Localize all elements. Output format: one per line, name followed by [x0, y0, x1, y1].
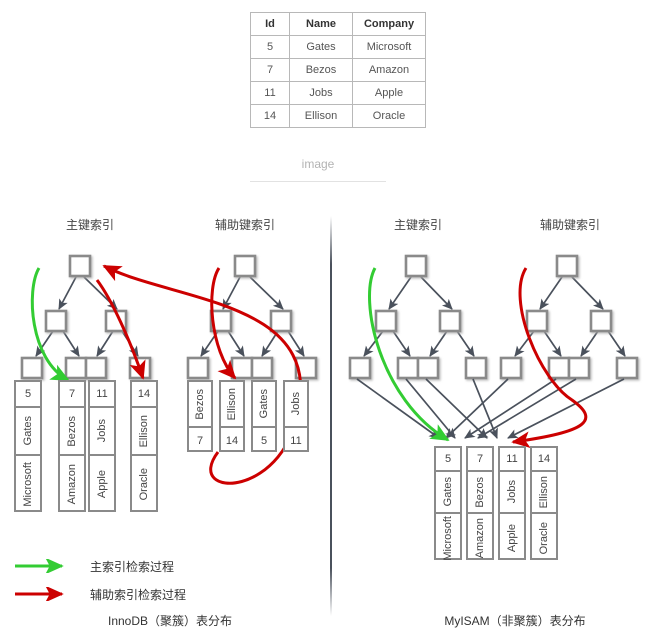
tree-node-leaf — [230, 356, 254, 380]
tree-node-leaf — [547, 356, 571, 380]
red-arrow-icon — [14, 585, 72, 603]
row-id: 14 — [132, 382, 156, 408]
tree-node-internal — [438, 309, 462, 333]
legend-label-primary: 主索引检索过程 — [90, 559, 175, 574]
tree-node-internal — [269, 309, 293, 333]
tree-node-leaf — [250, 356, 274, 380]
row-name: Bezos — [65, 415, 78, 447]
entry-id: 14 — [225, 435, 239, 447]
row-id: 5 — [16, 382, 40, 408]
row-id: 11 — [90, 382, 114, 408]
row-company: Microsoft — [21, 461, 34, 507]
innodb-primary-row-11: 11 Jobs Apple — [88, 380, 116, 512]
entry-name: Bezos — [193, 388, 206, 420]
tree-node-leaf — [396, 356, 420, 380]
row-name: Ellison — [537, 475, 550, 509]
tree-node-leaf — [20, 356, 44, 380]
innodb-primary-row-7: 7 Bezos Amazon — [58, 380, 86, 512]
entry-id: 11 — [290, 435, 302, 447]
legend: 主索引检索过程 辅助索引检索过程 — [14, 552, 186, 608]
tree-node-leaf — [416, 356, 440, 380]
right-panel-caption: MyISAM（非聚簇）表分布 — [444, 614, 586, 628]
row-id: 7 — [60, 382, 84, 408]
row-id: 14 — [532, 448, 556, 472]
row-name: Gates — [21, 416, 34, 446]
row-company: Apple — [505, 523, 518, 553]
tree-node-internal — [44, 309, 68, 333]
row-id: 11 — [500, 448, 524, 472]
left-panel-caption: InnoDB（聚簇）表分布 — [107, 614, 233, 628]
tree-node-leaf — [567, 356, 591, 380]
innodb-secondary-entry-bezos: Bezos 7 — [187, 380, 213, 452]
tree-node-internal — [374, 309, 398, 333]
myisam-row-5: 5 Gates Microsoft — [434, 446, 462, 560]
row-id: 7 — [468, 448, 492, 472]
myisam-row-11: 11 Jobs Apple — [498, 446, 526, 560]
tree-node-root — [404, 254, 428, 278]
row-company: Amazon — [473, 517, 486, 559]
entry-name: Ellison — [225, 387, 238, 421]
entry-id: 7 — [196, 435, 204, 447]
green-arrow-icon — [14, 557, 72, 575]
legend-item-primary: 主索引检索过程 — [14, 552, 186, 580]
myisam-row-14: 14 Ellison Oracle — [530, 446, 558, 560]
row-company: Amazon — [65, 463, 78, 505]
innodb-primary-row-5: 5 Gates Microsoft — [14, 380, 42, 512]
row-name: Jobs — [505, 480, 518, 504]
row-company: Microsoft — [441, 515, 454, 561]
innodb-secondary-entry-gates: Gates 5 — [251, 380, 277, 452]
tree-node-leaf — [84, 356, 108, 380]
innodb-secondary-entry-jobs: Jobs 11 — [283, 380, 309, 452]
row-company: Apple — [95, 469, 108, 499]
row-company: Oracle — [537, 521, 550, 555]
entry-name: Jobs — [289, 392, 302, 416]
tree-node-root — [68, 254, 92, 278]
tree-node-leaf — [615, 356, 639, 380]
tree-node-leaf — [348, 356, 372, 380]
tree-node-root — [233, 254, 257, 278]
row-name: Ellison — [137, 414, 150, 448]
tree-node-internal — [589, 309, 613, 333]
innodb-primary-row-14: 14 Ellison Oracle — [130, 380, 158, 512]
tree-node-leaf — [64, 356, 88, 380]
row-name: Bezos — [473, 476, 486, 508]
tree-node-leaf — [186, 356, 210, 380]
tree-node-leaf — [464, 356, 488, 380]
row-company: Oracle — [137, 467, 150, 501]
tree-nodes-left-primary — [20, 254, 152, 380]
row-name: Jobs — [95, 419, 108, 443]
entry-id: 5 — [260, 435, 268, 447]
legend-label-secondary: 辅助索引检索过程 — [90, 587, 187, 602]
myisam-row-7: 7 Bezos Amazon — [466, 446, 494, 560]
row-name: Gates — [441, 477, 454, 507]
entry-name: Gates — [257, 389, 270, 419]
tree-node-root — [555, 254, 579, 278]
tree-node-internal — [525, 309, 549, 333]
row-id: 5 — [436, 448, 460, 472]
tree-node-leaf — [499, 356, 523, 380]
innodb-secondary-entry-ellison: Ellison 14 — [219, 380, 245, 452]
legend-item-secondary: 辅助索引检索过程 — [14, 580, 186, 608]
